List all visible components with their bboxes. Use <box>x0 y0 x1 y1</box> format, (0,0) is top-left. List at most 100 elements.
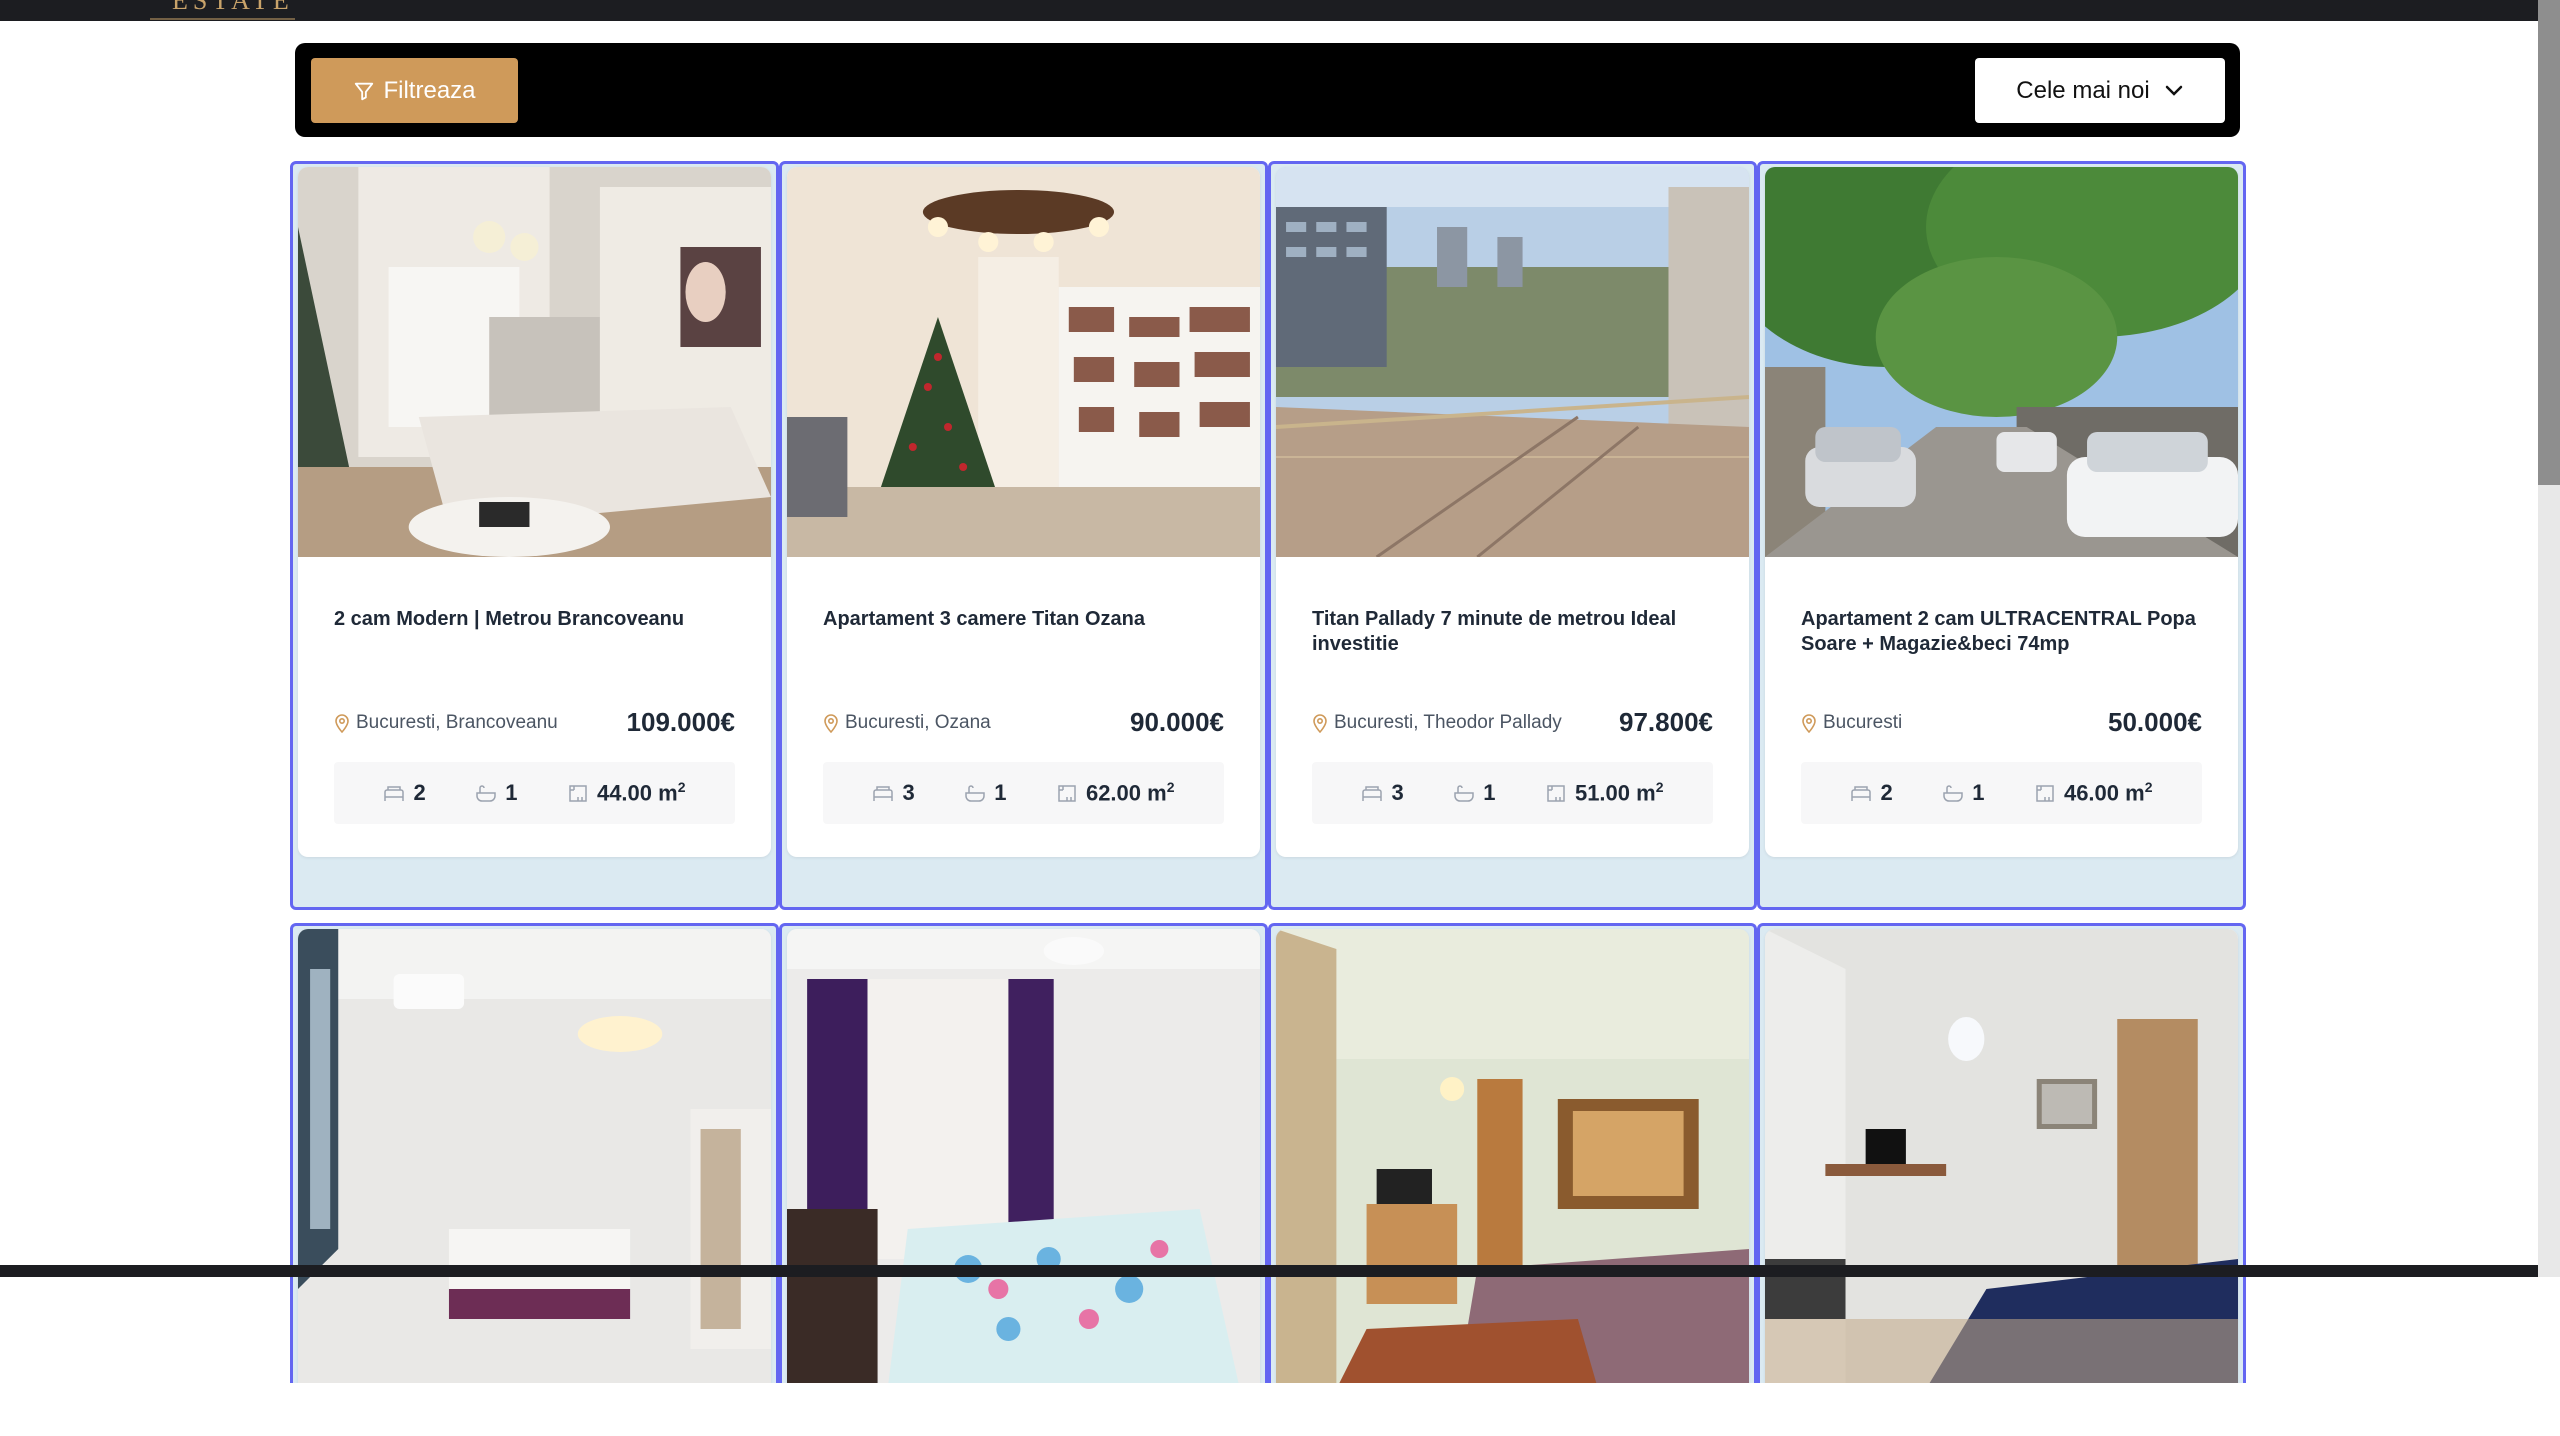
listing-card[interactable]: 2 cam Modern | Metrou Brancoveanu Bucure… <box>298 167 771 857</box>
spec-area-value: 44.00 <box>596 780 653 806</box>
listing-photo[interactable] <box>1765 167 2238 557</box>
area-unit: m <box>2125 780 2145 806</box>
listing-location-text: Bucuresti, Brancoveanu <box>356 711 558 733</box>
spec-area-value: 51.00 <box>1574 780 1631 806</box>
listing-photo[interactable] <box>298 929 771 1383</box>
listing-photo[interactable] <box>1765 929 2238 1383</box>
listing-photo[interactable] <box>787 167 1260 557</box>
funnel-icon <box>355 82 374 100</box>
area-unit-exponent: 2 <box>677 779 686 796</box>
listing-cell: Apartament 2 cam ULTRACENTRAL Popa Soare… <box>1757 161 2246 910</box>
listing-row: 2 cam Modern | Metrou Brancoveanu Bucure… <box>290 161 2246 910</box>
spec-area: 44.00 m2 <box>567 779 686 806</box>
map-pin-icon <box>1313 713 1327 733</box>
listing-row <box>290 923 2246 1423</box>
listing-card[interactable]: Apartament 3 camere Titan Ozana Bucurest… <box>787 167 1260 857</box>
bed-icon <box>873 786 894 801</box>
spec-rooms: 3 <box>872 780 915 806</box>
listing-photo[interactable] <box>298 167 771 557</box>
spec-rooms-value: 2 <box>1880 780 1893 805</box>
top-navbar: ESTATE <box>0 0 2538 21</box>
listing-location: Bucuresti, Ozana <box>823 712 991 734</box>
listing-price: 109.000€ <box>626 707 735 737</box>
bath-icon <box>965 785 985 802</box>
area-icon <box>569 785 587 802</box>
listing-location: Bucuresti <box>1801 712 1902 734</box>
area-unit-exponent: 2 <box>1655 779 1664 796</box>
scrollbar-thumb[interactable] <box>2538 0 2560 485</box>
area-unit: m <box>658 780 678 806</box>
area-unit: m <box>1147 780 1167 806</box>
listing-location: Bucuresti, Theodor Pallady <box>1312 712 1562 734</box>
listing-card[interactable] <box>1276 929 1749 1383</box>
listing-cell <box>779 923 1268 1383</box>
bed-icon <box>1851 786 1872 801</box>
spec-rooms: 2 <box>383 780 426 806</box>
bath-icon <box>1454 785 1474 802</box>
area-unit: m <box>1636 780 1656 806</box>
listing-location: Bucuresti, Brancoveanu <box>334 712 558 734</box>
bed-icon <box>384 786 405 801</box>
filter-button-label: Filtreaza <box>383 76 476 104</box>
listing-cell: Titan Pallady 7 minute de metrou Ideal i… <box>1268 161 1757 910</box>
listing-title[interactable]: Apartament 2 cam ULTRACENTRAL Popa Soare… <box>1801 557 2202 687</box>
listing-card[interactable]: Apartament 2 cam ULTRACENTRAL Popa Soare… <box>1765 167 2238 857</box>
filter-button[interactable]: Filtreaza <box>311 58 518 123</box>
listing-specs: 2 1 44.00 m2 <box>334 762 735 824</box>
map-pin-icon <box>1802 713 1816 733</box>
spec-baths-value: 1 <box>1483 780 1496 805</box>
spec-baths: 1 <box>1453 780 1495 806</box>
spec-baths: 1 <box>475 780 517 806</box>
area-unit-exponent: 2 <box>2144 779 2153 796</box>
listing-title[interactable]: 2 cam Modern | Metrou Brancoveanu <box>334 557 735 687</box>
spec-area: 62.00 m2 <box>1056 779 1175 806</box>
bath-icon <box>476 785 496 802</box>
spec-baths-value: 1 <box>1972 780 1985 805</box>
spec-area-value: 62.00 <box>1085 780 1142 806</box>
listing-title[interactable]: Titan Pallady 7 minute de metrou Ideal i… <box>1312 557 1713 687</box>
site-logo[interactable]: ESTATE <box>172 0 294 16</box>
listing-title[interactable]: Apartament 3 camere Titan Ozana <box>823 557 1224 687</box>
listing-card[interactable] <box>1765 929 2238 1383</box>
area-icon <box>1058 785 1076 802</box>
bottom-bar <box>0 1265 2538 1277</box>
listing-cell <box>1757 923 2246 1383</box>
listing-price: 50.000€ <box>2108 707 2202 737</box>
area-icon <box>1547 785 1565 802</box>
listing-photo[interactable] <box>787 929 1260 1383</box>
spec-rooms: 3 <box>1361 780 1404 806</box>
sort-select[interactable]: Cele mai noi <box>1975 58 2225 123</box>
listing-location-text: Bucuresti <box>1823 711 1903 733</box>
sort-select-value: Cele mai noi <box>2016 76 2150 104</box>
spec-baths: 1 <box>964 780 1006 806</box>
listing-card[interactable] <box>787 929 1260 1383</box>
spec-baths-value: 1 <box>505 780 518 805</box>
listing-specs: 3 1 62.00 m2 <box>823 762 1224 824</box>
spec-area: 46.00 m2 <box>2034 779 2153 806</box>
listing-cell <box>1268 923 1757 1383</box>
map-pin-icon <box>335 713 349 733</box>
listing-price: 90.000€ <box>1130 707 1224 737</box>
listing-cell <box>290 923 779 1383</box>
listing-card[interactable]: Titan Pallady 7 minute de metrou Ideal i… <box>1276 167 1749 857</box>
area-unit-exponent: 2 <box>1166 779 1175 796</box>
listing-photo[interactable] <box>1276 167 1749 557</box>
listing-grid: 2 cam Modern | Metrou Brancoveanu Bucure… <box>290 161 2246 1436</box>
listing-cell: Apartament 3 camere Titan Ozana Bucurest… <box>779 161 1268 910</box>
spec-area: 51.00 m2 <box>1545 779 1664 806</box>
listing-card[interactable] <box>298 929 771 1383</box>
bed-icon <box>1362 786 1383 801</box>
spec-rooms-value: 2 <box>413 780 426 805</box>
spec-baths: 1 <box>1942 780 1984 806</box>
spec-rooms-value: 3 <box>1391 780 1404 805</box>
spec-baths-value: 1 <box>994 780 1007 805</box>
listing-photo[interactable] <box>1276 929 1749 1383</box>
spec-rooms-value: 3 <box>902 780 915 805</box>
listing-specs: 2 1 46.00 m2 <box>1801 762 2202 824</box>
listing-cell: 2 cam Modern | Metrou Brancoveanu Bucure… <box>290 161 779 910</box>
page-scrollbar[interactable] <box>2538 0 2560 1277</box>
listing-specs: 3 1 51.00 m2 <box>1312 762 1713 824</box>
logo-underline <box>150 18 295 20</box>
listing-price: 97.800€ <box>1619 707 1713 737</box>
bath-icon <box>1943 785 1963 802</box>
